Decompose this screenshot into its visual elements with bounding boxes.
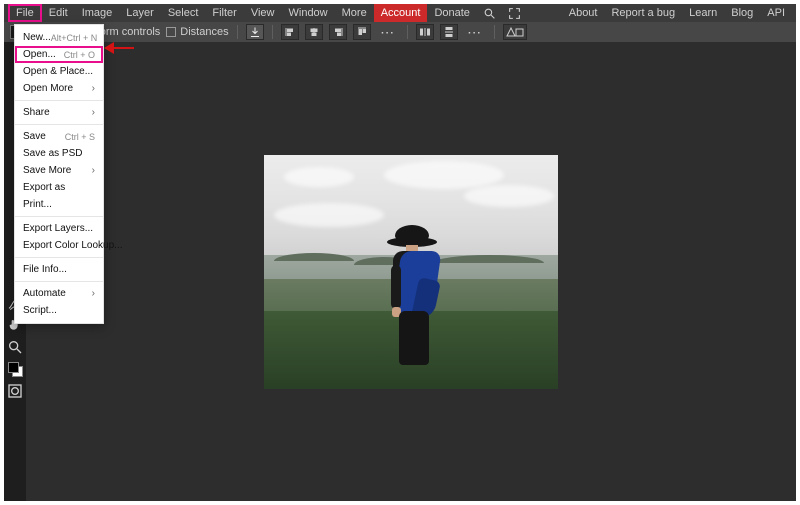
divider (272, 25, 273, 39)
menu-window[interactable]: Window (282, 4, 335, 22)
menu-report-bug[interactable]: Report a bug (604, 5, 682, 21)
file-menu-item[interactable]: File Info... (15, 261, 103, 278)
menu-image[interactable]: Image (75, 4, 120, 22)
distances-toggle[interactable]: Distances (166, 26, 228, 38)
menu-donate[interactable]: Donate (427, 4, 476, 22)
file-menu-item[interactable]: New...Alt+Ctrl + N (15, 29, 103, 46)
distances-label: Distances (180, 26, 228, 38)
menu-item-label: Open... (23, 49, 56, 60)
dropdown-separator (15, 100, 103, 101)
chevron-right-icon: › (92, 83, 95, 94)
menu-item-label: Export Layers... (23, 223, 93, 234)
chevron-right-icon: › (92, 165, 95, 176)
file-menu-item[interactable]: Open & Place... (15, 63, 103, 80)
menubar-right: About Report a bug Learn Blog API (562, 4, 792, 22)
menu-about[interactable]: About (562, 5, 605, 21)
align-top-button[interactable] (353, 24, 371, 40)
menu-item-label: Export as (23, 182, 65, 193)
menu-item-label: Script... (23, 305, 57, 316)
menu-item-label: Share (23, 107, 50, 118)
search-icon[interactable] (477, 4, 502, 22)
3d-button[interactable] (503, 24, 527, 40)
menu-item-label: Save More (23, 165, 71, 176)
menu-view[interactable]: View (244, 4, 282, 22)
menu-item-label: Open More (23, 83, 73, 94)
file-menu-item[interactable]: Export as (15, 179, 103, 196)
menu-item-label: File Info... (23, 264, 67, 275)
fullscreen-icon[interactable] (502, 4, 527, 22)
menu-item-shortcut: Ctrl + O (64, 50, 95, 60)
align-more-button[interactable]: ⋯ (377, 28, 399, 36)
menu-item-label: New... (23, 32, 51, 43)
menu-blog[interactable]: Blog (724, 5, 760, 21)
menu-item-shortcut: Ctrl + S (65, 132, 95, 142)
menu-api[interactable]: API (760, 5, 792, 21)
file-menu-item[interactable]: Export Layers... (15, 220, 103, 237)
canvas-area[interactable] (26, 42, 796, 501)
chevron-right-icon: › (92, 288, 95, 299)
file-menu-item[interactable]: Script... (15, 302, 103, 319)
dropdown-separator (15, 281, 103, 282)
file-menu-item[interactable]: Save More › (15, 162, 103, 179)
menu-learn[interactable]: Learn (682, 5, 724, 21)
menubar: File Edit Image Layer Select Filter View… (4, 4, 796, 22)
file-menu-item[interactable]: Automate › (15, 285, 103, 302)
checkbox-icon (166, 27, 176, 37)
file-menu-item[interactable]: Open... Ctrl + O (15, 46, 103, 63)
menu-item-label: Save (23, 131, 46, 142)
dropdown-separator (15, 124, 103, 125)
distribute-more-button[interactable]: ⋯ (464, 28, 486, 36)
file-menu-item[interactable]: Save as PSD (15, 145, 103, 162)
menu-edit[interactable]: Edit (42, 4, 75, 22)
distribute-v-button[interactable] (440, 24, 458, 40)
dropdown-separator (15, 257, 103, 258)
annotation-arrow (104, 42, 134, 54)
menu-account[interactable]: Account (374, 4, 428, 22)
color-swatches[interactable] (6, 360, 24, 378)
menu-item-label: Automate (23, 288, 66, 299)
file-menu-item[interactable]: Share › (15, 104, 103, 121)
quickmask-icon[interactable] (6, 382, 24, 400)
menu-select[interactable]: Select (161, 4, 206, 22)
file-menu-item[interactable]: Export Color Lookup... (15, 237, 103, 254)
download-button[interactable] (246, 24, 264, 40)
menu-file[interactable]: File (8, 4, 42, 22)
divider (494, 25, 495, 39)
options-bar: Transform controls Distances ⋯ ⋯ (4, 22, 796, 42)
divider (407, 25, 408, 39)
divider (237, 25, 238, 39)
chevron-right-icon: › (92, 107, 95, 118)
menu-filter[interactable]: Filter (205, 4, 243, 22)
file-menu-item[interactable]: Open More › (15, 80, 103, 97)
canvas-image (264, 155, 558, 389)
app-shell: File Edit Image Layer Select Filter View… (4, 4, 796, 501)
align-left-button[interactable] (281, 24, 299, 40)
zoom-tool-icon[interactable] (6, 338, 24, 356)
menu-item-label: Open & Place... (23, 66, 93, 77)
menu-item-label: Save as PSD (23, 148, 82, 159)
file-menu-item[interactable]: Save Ctrl + S (15, 128, 103, 145)
file-menu-item[interactable]: Print... (15, 196, 103, 213)
menu-more[interactable]: More (335, 4, 374, 22)
align-center-h-button[interactable] (305, 24, 323, 40)
distribute-h-button[interactable] (416, 24, 434, 40)
menu-item-shortcut: Alt+Ctrl + N (51, 33, 98, 43)
menu-item-label: Print... (23, 199, 52, 210)
menu-item-label: Export Color Lookup... (23, 240, 123, 251)
menu-layer[interactable]: Layer (119, 4, 161, 22)
file-dropdown: New...Alt+Ctrl + N Open... Ctrl + O Open & … (14, 24, 104, 324)
person-figure (371, 225, 451, 375)
align-right-button[interactable] (329, 24, 347, 40)
dropdown-separator (15, 216, 103, 217)
